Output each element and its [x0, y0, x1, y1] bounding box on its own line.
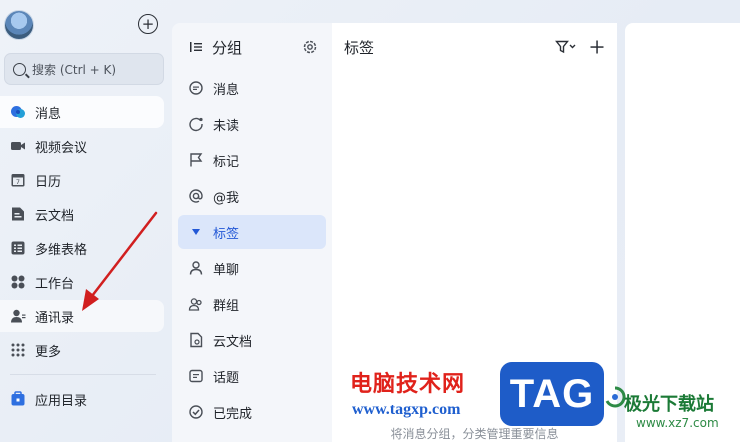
topic-icon — [188, 368, 204, 384]
nav-item-workplace[interactable]: 工作台 — [0, 266, 164, 298]
nav-label: 消息 — [35, 106, 62, 122]
content-header: 标签 — [332, 23, 617, 71]
tag-logo: TAG — [500, 362, 604, 426]
nav-item-bitable[interactable]: 多维表格 — [0, 232, 164, 264]
nav-label: 工作台 — [35, 276, 75, 292]
group-item-cloud-docs[interactable]: 云文档 — [178, 323, 326, 357]
nav-label: 日历 — [35, 174, 62, 190]
group-item-messages[interactable]: 消息 — [178, 71, 326, 105]
collapse-panel-icon[interactable] — [188, 39, 204, 55]
group-panel: 分组 消息 未读 标记 @我 标签 单聊 群组 云文档 话题 已完成 — [172, 23, 332, 442]
content-title: 标签 — [344, 38, 375, 57]
watermark-brand-url: www.xz7.com — [636, 416, 719, 430]
unread-icon — [188, 116, 204, 132]
nav-label: 通讯录 — [35, 310, 75, 326]
group-item-mentions[interactable]: @我 — [178, 179, 326, 213]
doc-icon — [188, 332, 204, 348]
chat-bubble-icon — [10, 104, 26, 120]
nav-label: 更多 — [35, 344, 62, 360]
empty-state-hint: 将消息分组，分类管理重要信息 — [390, 427, 559, 441]
create-plus-icon[interactable]: + — [138, 14, 158, 34]
more-dots-icon — [10, 342, 26, 358]
group-item-flagged[interactable]: 标记 — [178, 143, 326, 177]
group-item-label: 话题 — [213, 370, 240, 386]
group-item-topics[interactable]: 话题 — [178, 359, 326, 393]
filter-icon[interactable] — [555, 39, 577, 55]
table-icon — [10, 240, 26, 256]
left-rail: + 搜索 (Ctrl + K) 消息 视频会议 7 日历 云文档 多维表格 工作… — [0, 0, 172, 442]
app-directory-icon — [10, 391, 26, 407]
watermark-site-title: 电脑技术网 — [350, 372, 466, 397]
search-icon — [13, 62, 26, 76]
flag-icon — [188, 152, 204, 168]
nav-item-calendar[interactable]: 7 日历 — [0, 164, 164, 196]
workplace-grid-icon — [10, 274, 26, 290]
single-chat-icon — [188, 260, 204, 276]
settings-gear-icon[interactable] — [302, 39, 318, 55]
group-item-label: 已完成 — [213, 406, 253, 422]
nav-label: 多维表格 — [35, 242, 88, 258]
nav-item-contacts[interactable]: 通讯录 — [0, 300, 164, 332]
group-item-tags[interactable]: 标签 — [178, 215, 326, 249]
group-item-label: 云文档 — [213, 334, 253, 350]
nav-label: 应用目录 — [35, 393, 88, 409]
nav-label: 视频会议 — [35, 140, 88, 156]
cloud-doc-icon — [10, 206, 26, 222]
nav-item-messages[interactable]: 消息 — [0, 96, 164, 128]
watermark-site-url: www.tagxp.com — [352, 401, 461, 418]
nav-item-video-meeting[interactable]: 视频会议 — [0, 130, 164, 162]
watermark-brand-name: 极光下载站 — [624, 394, 714, 415]
group-panel-title: 分组 — [212, 38, 243, 57]
group-item-label: 单聊 — [213, 262, 240, 278]
nav-label: 云文档 — [35, 208, 75, 224]
nav-item-app-directory[interactable]: 应用目录 — [0, 383, 164, 415]
at-icon — [188, 188, 204, 204]
calendar-icon: 7 — [10, 172, 26, 188]
group-item-label: 未读 — [213, 118, 240, 134]
group-item-label: 标签 — [213, 226, 240, 242]
nav-item-cloud-docs[interactable]: 云文档 — [0, 198, 164, 230]
group-item-label: 标记 — [213, 154, 240, 170]
group-panel-header: 分组 — [172, 23, 332, 71]
group-item-unread[interactable]: 未读 — [178, 107, 326, 141]
group-item-groups[interactable]: 群组 — [178, 287, 326, 321]
main-nav: 消息 视频会议 7 日历 云文档 多维表格 工作台 通讯录 更多 应用目录 — [0, 96, 172, 417]
group-item-done[interactable]: 已完成 — [178, 395, 326, 429]
nav-item-more[interactable]: 更多 — [0, 334, 164, 366]
group-item-label: 群组 — [213, 298, 240, 314]
tag-caret-icon — [188, 224, 204, 240]
add-tag-plus-icon[interactable] — [589, 39, 605, 55]
search-placeholder: 搜索 (Ctrl + K) — [32, 62, 117, 77]
nav-divider — [10, 374, 156, 375]
message-icon — [188, 80, 204, 96]
search-input[interactable]: 搜索 (Ctrl + K) — [4, 53, 164, 85]
done-icon — [188, 404, 204, 420]
group-item-label: @我 — [213, 190, 240, 206]
group-icon — [188, 296, 204, 312]
group-item-single-chat[interactable]: 单聊 — [178, 251, 326, 285]
svg-text:7: 7 — [16, 178, 20, 186]
detail-pane — [625, 23, 740, 442]
contacts-icon — [10, 308, 26, 324]
group-item-label: 消息 — [213, 82, 240, 98]
avatar[interactable] — [4, 10, 34, 40]
xz-brand-logo-icon — [605, 386, 626, 408]
video-camera-icon — [10, 138, 26, 154]
